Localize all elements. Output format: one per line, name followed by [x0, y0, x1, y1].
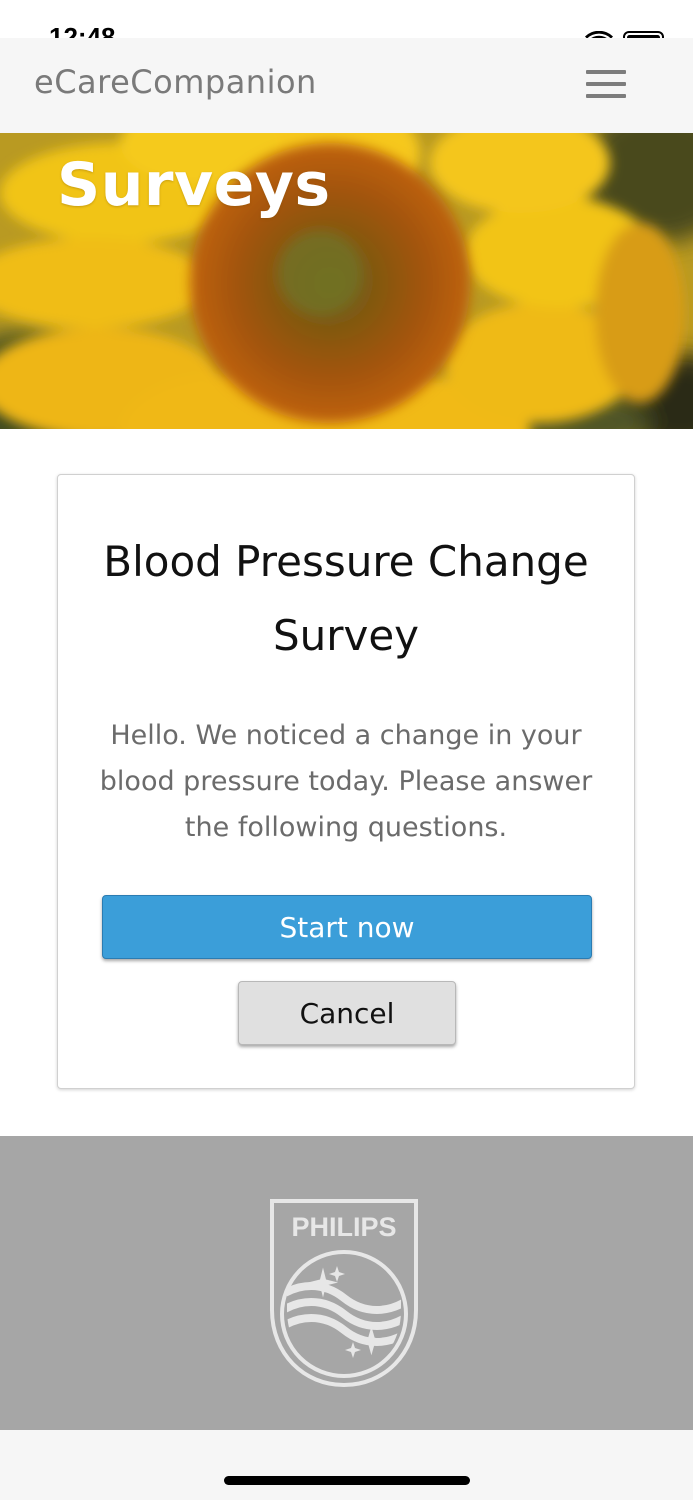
start-now-button[interactable]: Start now [102, 895, 592, 959]
footer: PHILIPS [0, 1136, 693, 1430]
app-title: eCareCompanion [34, 63, 317, 101]
bottom-bar [0, 1430, 693, 1500]
hamburger-menu-icon[interactable] [586, 70, 626, 98]
cancel-button[interactable]: Cancel [238, 981, 456, 1045]
app-header: eCareCompanion [0, 38, 693, 133]
home-indicator[interactable] [224, 1476, 470, 1485]
survey-card: Blood Pressure Change Survey Hello. We n… [57, 474, 635, 1089]
hero-banner: Surveys [0, 133, 693, 429]
page-title: Surveys [57, 150, 331, 220]
survey-message: Hello. We noticed a change in your blood… [99, 720, 593, 843]
philips-wordmark: PHILIPS [291, 1212, 396, 1242]
survey-title: Blood Pressure Change Survey [103, 537, 589, 660]
philips-shield-logo: PHILIPS [270, 1199, 418, 1388]
status-bar: 12:48 [0, 0, 693, 53]
